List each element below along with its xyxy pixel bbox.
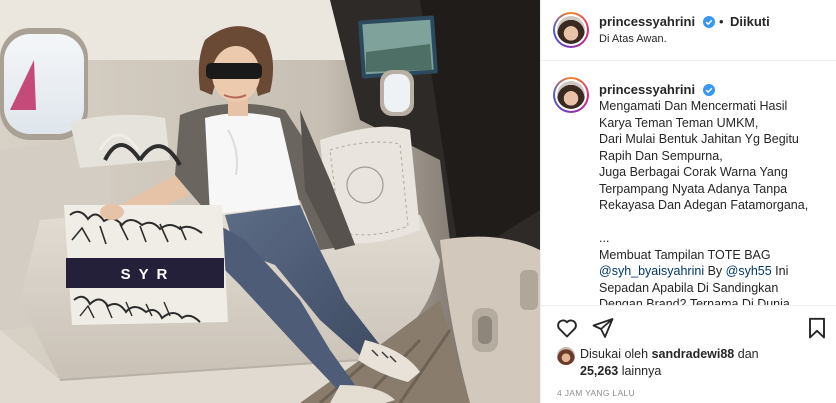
post-image: S Y R: [0, 0, 540, 403]
caption-line: Membuat Tampilan TOTE BAG: [599, 247, 771, 262]
likes-count[interactable]: 25,263: [580, 364, 618, 378]
caption-line: Juga Berbagai Corak Warna Yang: [599, 165, 788, 179]
post-timestamp[interactable]: 4 JAM YANG LALU: [557, 388, 635, 398]
liker-username[interactable]: sandradewi88: [652, 347, 735, 361]
location-link[interactable]: Di Atas Awan.: [599, 33, 667, 45]
mention-link[interactable]: @syh_byaisyahrini: [599, 264, 704, 278]
send-icon: [592, 318, 614, 338]
caption-section: princessyahrini Mengamati Dan Mencermati…: [541, 62, 836, 305]
likes-mid: dan: [734, 347, 759, 361]
heart-icon: [557, 319, 577, 338]
actions-divider: [541, 305, 836, 306]
caption-line: Dengan Brand2 Ternama Di Dunia: [599, 297, 790, 305]
liker-avatar[interactable]: [557, 347, 575, 365]
caption-mention-line: @syh_byaisyahrini By @syh55 Ini: [599, 263, 821, 280]
caption-line: Rekayasa Dan Adegan Fatamorgana,: [599, 198, 809, 212]
caption-line: Mengamati Dan Mencermati Hasil: [599, 99, 788, 113]
save-button[interactable]: [805, 316, 829, 340]
header-username[interactable]: princessyahrini: [599, 14, 695, 29]
follow-status-button[interactable]: Diikuti: [730, 14, 770, 29]
bookmark-icon: [809, 317, 825, 339]
likes-summary: Disukai oleh sandradewi88 dan 25,263 lai…: [557, 346, 827, 380]
caption-line: Rapih Dan Sempurna,: [599, 148, 723, 163]
caption-text-fragment: Ini: [771, 264, 789, 278]
like-button[interactable]: [555, 316, 579, 340]
caption-username[interactable]: princessyahrini: [599, 82, 695, 97]
caption-line: ...: [599, 231, 610, 245]
likes-suffix: lainnya: [618, 364, 662, 378]
share-button[interactable]: [591, 316, 615, 340]
likes-prefix: Disukai oleh: [580, 347, 652, 361]
caption-text: Mengamati Dan Mencermati Hasil Karya Tem…: [599, 98, 821, 305]
mention-link[interactable]: @syh55: [726, 264, 772, 278]
separator-dot: •: [719, 14, 724, 29]
caption-line: [599, 214, 821, 231]
verified-badge-icon: [703, 16, 715, 28]
post-photo: S Y R: [0, 0, 540, 403]
caption-text-fragment: By: [704, 264, 726, 278]
caption-line: Terpampang Nyata Adanya Tanpa: [599, 181, 788, 196]
caption-line: Dari Mulai Bentuk Jahitan Yg Begitu: [599, 132, 799, 146]
bag-label: S Y R: [121, 266, 170, 283]
verified-badge-icon: [703, 84, 715, 96]
post-header: princessyahrini • Diikuti Di Atas Awan.: [541, 0, 836, 61]
post-sidebar: princessyahrini • Diikuti Di Atas Awan. …: [540, 0, 836, 403]
caption-line: Sepadan Apabila Di Sandingkan: [599, 280, 779, 295]
caption-line: Karya Teman Teman UMKM,: [599, 115, 759, 130]
caption-avatar[interactable]: [553, 77, 589, 113]
avatar[interactable]: [553, 12, 589, 48]
